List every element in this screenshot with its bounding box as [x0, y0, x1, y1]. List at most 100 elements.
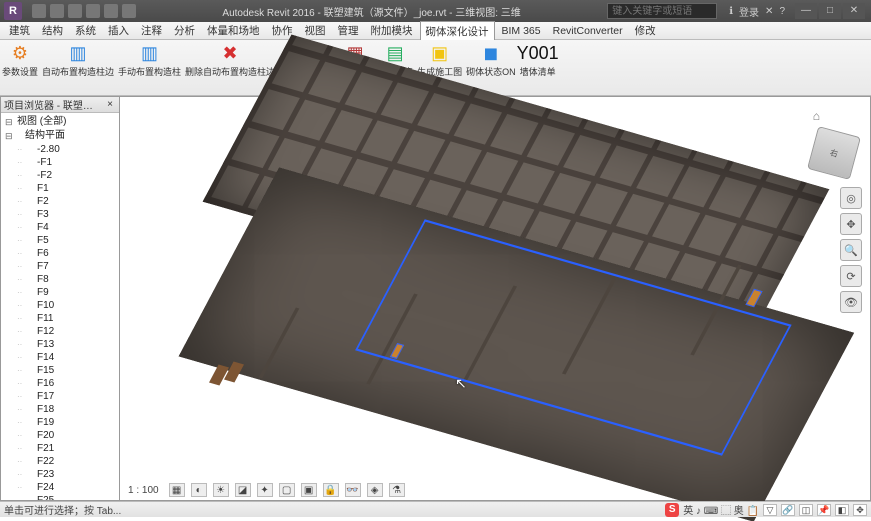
ribbon-tab-14[interactable]: 修改 — [630, 21, 661, 40]
filter-icon[interactable]: ▽ — [763, 504, 777, 516]
reveal-hidden-icon[interactable]: ◈ — [367, 483, 383, 497]
tree-floor-item[interactable]: F17 — [5, 390, 117, 403]
tree-floor-item[interactable]: F2 — [5, 195, 117, 208]
tree-floor-item[interactable]: F25 — [5, 494, 117, 500]
maximize-button[interactable]: □ — [819, 3, 841, 19]
steering-wheel-icon[interactable]: ◎ — [840, 187, 862, 209]
view-scale[interactable]: 1 : 100 — [124, 485, 163, 496]
ribbon-tab-10[interactable]: 附加模块 — [366, 21, 418, 40]
tree-category-structural-plans[interactable]: 结构平面 — [5, 129, 117, 143]
ribbon-button-0[interactable]: ⚙参数设置 — [0, 40, 40, 82]
login-link[interactable]: 登录 — [739, 4, 759, 19]
ribbon-tab-3[interactable]: 插入 — [103, 21, 134, 40]
crop-view-icon[interactable]: ▢ — [279, 483, 295, 497]
tree-floor-item[interactable]: F13 — [5, 338, 117, 351]
tree-floor-item[interactable]: F5 — [5, 234, 117, 247]
qat-redo-icon[interactable] — [86, 4, 100, 18]
detail-level-icon[interactable]: ▦ — [169, 483, 185, 497]
ribbon-tab-8[interactable]: 视图 — [300, 21, 331, 40]
ribbon-button-1[interactable]: ▥自动布置构造柱边 — [40, 40, 116, 82]
tree-floor-item[interactable]: F23 — [5, 468, 117, 481]
tree-floor-item[interactable]: F24 — [5, 481, 117, 494]
temp-hide-icon[interactable]: 👓 — [345, 483, 361, 497]
tree-floor-item[interactable]: F19 — [5, 416, 117, 429]
ribbon-button-label: 参数设置 — [2, 67, 38, 77]
tree-floor-item[interactable]: F7 — [5, 260, 117, 273]
visual-style-icon[interactable]: ◐ — [191, 483, 207, 497]
tree-floor-item[interactable]: F9 — [5, 286, 117, 299]
ribbon-tab-1[interactable]: 结构 — [37, 21, 68, 40]
ribbon-tab-9[interactable]: 管理 — [333, 21, 364, 40]
minimize-button[interactable]: — — [795, 3, 817, 19]
viewcube-home-icon[interactable]: ⌂ — [813, 109, 820, 123]
ribbon-button-3[interactable]: ✖删除自动布置构造柱边 — [183, 40, 277, 82]
close-button[interactable]: ✕ — [843, 3, 865, 19]
drag-elements-icon[interactable]: ✥ — [853, 504, 867, 516]
tree-floor-item[interactable]: F15 — [5, 364, 117, 377]
tree-floor-item[interactable]: F21 — [5, 442, 117, 455]
qat-print-icon[interactable] — [104, 4, 118, 18]
infocenter-icon[interactable]: ℹ — [729, 6, 733, 17]
tree-floor-item[interactable]: -F2 — [5, 169, 117, 182]
ribbon-button-8[interactable]: ◼砌体状态ON — [464, 40, 518, 82]
select-pinned-icon[interactable]: 📌 — [817, 504, 831, 516]
ribbon-button-2[interactable]: ▥手动布置构造柱 — [116, 40, 183, 82]
tree-floor-item[interactable]: F16 — [5, 377, 117, 390]
tree-floor-item[interactable]: F6 — [5, 247, 117, 260]
sun-path-icon[interactable]: ☀ — [213, 483, 229, 497]
tree-floor-item[interactable]: F20 — [5, 429, 117, 442]
ribbon-tab-6[interactable]: 体量和场地 — [202, 21, 265, 40]
ribbon-tab-0[interactable]: 建筑 — [4, 21, 35, 40]
tree-floor-item[interactable]: F18 — [5, 403, 117, 416]
ribbon-tab-11[interactable]: 砌体深化设计 — [420, 21, 495, 42]
tree-floor-item[interactable]: F8 — [5, 273, 117, 286]
qat-open-icon[interactable] — [32, 4, 46, 18]
tree-floor-item[interactable]: F4 — [5, 221, 117, 234]
ribbon-tab-5[interactable]: 分析 — [169, 21, 200, 40]
tree-floor-item[interactable]: F12 — [5, 325, 117, 338]
exchange-icon[interactable]: ✕ — [765, 6, 773, 17]
ribbon-tab-2[interactable]: 系统 — [70, 21, 101, 40]
crop-region-icon[interactable]: ▣ — [301, 483, 317, 497]
3d-viewport[interactable]: — □ ✕ — [120, 96, 871, 501]
ime-status-text[interactable]: 英 ♪ ⌨ ⬚ 奥 📋 — [683, 502, 759, 517]
tree-floor-item[interactable]: F10 — [5, 299, 117, 312]
analytical-icon[interactable]: ⚗ — [389, 483, 405, 497]
select-face-icon[interactable]: ◧ — [835, 504, 849, 516]
lock-view-icon[interactable]: 🔒 — [323, 483, 339, 497]
tree-floor-item[interactable]: -2.80 — [5, 143, 117, 156]
qat-measure-icon[interactable] — [122, 4, 136, 18]
tree-floor-item[interactable]: F14 — [5, 351, 117, 364]
tree-floor-item[interactable]: -F1 — [5, 156, 117, 169]
lookaround-icon[interactable]: 👁 — [840, 291, 862, 313]
select-underlay-icon[interactable]: ◫ — [799, 504, 813, 516]
ribbon-button-9[interactable]: Y001墙体清单 — [518, 40, 558, 82]
help-icon[interactable]: ? — [779, 6, 785, 17]
zoom-icon[interactable]: 🔍 — [840, 239, 862, 261]
pan-icon[interactable]: ✥ — [840, 213, 862, 235]
select-links-icon[interactable]: 🔗 — [781, 504, 795, 516]
qat-save-icon[interactable] — [50, 4, 64, 18]
statusbar-right: S 英 ♪ ⌨ ⬚ 奥 📋 ▽ 🔗 ◫ 📌 ◧ ✥ — [665, 502, 867, 517]
shadows-icon[interactable]: ◪ — [235, 483, 251, 497]
search-input[interactable] — [607, 3, 717, 19]
project-browser-close-icon[interactable]: × — [104, 99, 116, 110]
tree-root-views[interactable]: 视图 (全部) — [5, 115, 117, 129]
ribbon-tab-13[interactable]: RevitConverter — [548, 23, 628, 39]
ribbon-tab-4[interactable]: 注释 — [136, 21, 167, 40]
tree-floor-item[interactable]: F1 — [5, 182, 117, 195]
orbit-icon[interactable]: ⟳ — [840, 265, 862, 287]
rendering-icon[interactable]: ✦ — [257, 483, 273, 497]
project-browser-title[interactable]: 项目浏览器 - 联塑建筑（源文件）_joe.rvt × — [1, 97, 119, 113]
tree-floor-item[interactable]: F22 — [5, 455, 117, 468]
ime-badge-icon[interactable]: S — [665, 503, 679, 517]
titlebar-right: ℹ 登录 ✕ ? — □ ✕ — [723, 3, 871, 19]
building-model[interactable] — [150, 105, 855, 468]
tree-floor-item[interactable]: F11 — [5, 312, 117, 325]
app-logo[interactable]: R — [4, 2, 22, 20]
qat-undo-icon[interactable] — [68, 4, 82, 18]
tree-floor-item[interactable]: F3 — [5, 208, 117, 221]
ribbon-tab-12[interactable]: BIM 365 — [497, 23, 546, 39]
project-browser-tree[interactable]: 视图 (全部) 结构平面 -2.80-F1-F2F1F2F3F4F5F6F7F8… — [1, 113, 119, 500]
model-canvas[interactable]: ↖ — [120, 97, 870, 500]
